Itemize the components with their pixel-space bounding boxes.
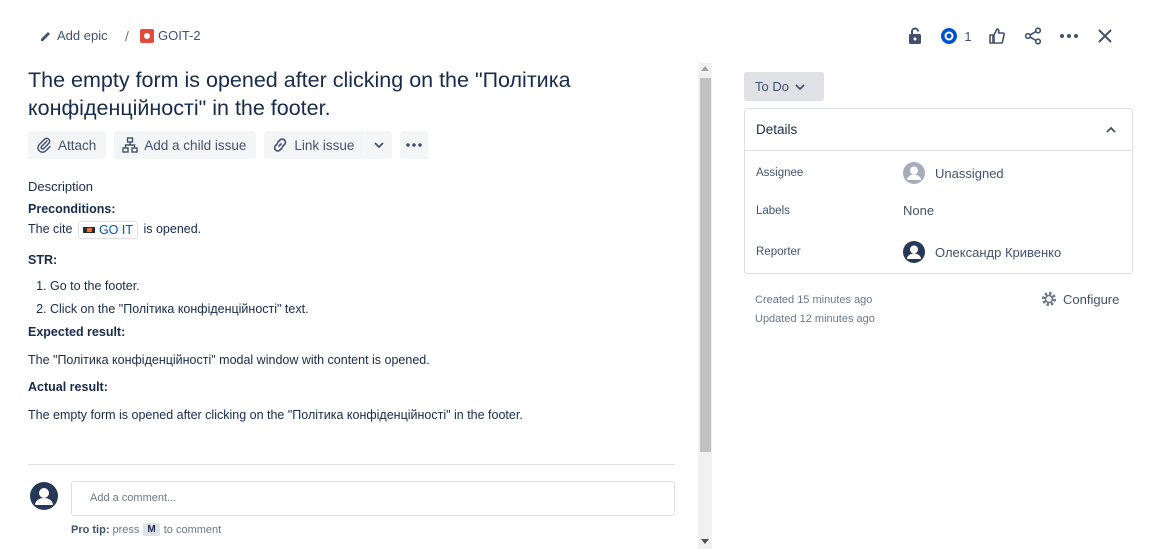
list-item: Go to the footer. xyxy=(50,279,698,293)
protip-suffix: to comment xyxy=(163,523,222,536)
description-label: Description xyxy=(28,179,94,194)
preconditions-suffix: is opened. xyxy=(143,222,202,236)
issue-main-panel: The empty form is opened after clicking … xyxy=(28,64,698,549)
more-icon xyxy=(406,143,423,147)
scroll-down-arrow-icon[interactable] xyxy=(701,539,709,544)
scroll-up-arrow-icon[interactable] xyxy=(701,66,709,71)
share-button[interactable] xyxy=(1015,24,1051,48)
actual-heading: Actual result: xyxy=(28,380,108,394)
preconditions-text: The cite GO IT is opened. xyxy=(28,221,698,239)
paperclip-icon xyxy=(37,137,51,153)
goit-smart-link[interactable]: GO IT xyxy=(77,221,138,239)
created-timestamp: Created 15 minutes ago xyxy=(755,294,873,306)
issue-timestamps: Created 15 minutes ago Updated 12 minute… xyxy=(755,291,875,329)
str-heading: STR: xyxy=(28,253,58,267)
reporter-name: Олександр Кривенко xyxy=(935,244,1062,260)
share-icon xyxy=(1024,27,1042,45)
status-dropdown[interactable]: To Do xyxy=(744,72,824,101)
thumbs-up-icon xyxy=(989,28,1005,44)
watch-count: 1 xyxy=(964,28,972,44)
vote-button[interactable] xyxy=(979,24,1015,48)
assignee-value[interactable]: Unassigned xyxy=(903,162,1004,184)
link-icon xyxy=(274,138,287,152)
protip-label: Pro tip: xyxy=(71,523,110,536)
comment-protip: Pro tip: press M to comment xyxy=(71,523,221,536)
details-panel: Details Assignee Unassigned Labels None … xyxy=(744,108,1133,274)
expected-text: The "Політика конфіденційності" modal wi… xyxy=(28,353,430,367)
close-icon xyxy=(1098,29,1112,43)
lock-button[interactable] xyxy=(897,24,933,48)
configure-label: Configure xyxy=(1063,291,1120,307)
configure-button[interactable]: Configure xyxy=(1041,291,1119,307)
issue-actions: 1 xyxy=(897,24,1123,48)
more-icon xyxy=(1060,34,1078,38)
issue-header-bar: Add epic / GOIT-2 1 xyxy=(0,0,1151,72)
chevron-down-icon xyxy=(795,83,805,90)
assignee-label: Assignee xyxy=(756,167,804,179)
preconditions-heading: Preconditions: xyxy=(28,202,116,216)
details-heading: Details xyxy=(756,122,798,137)
goit-link-text: GO IT xyxy=(98,223,133,237)
close-button[interactable] xyxy=(1087,24,1123,48)
gear-icon xyxy=(1042,292,1056,306)
protip-press: press xyxy=(112,523,140,536)
labels-row: Labels None xyxy=(756,203,1126,218)
assignee-name: Unassigned xyxy=(935,165,1004,181)
toolbar-more-button[interactable] xyxy=(400,131,429,159)
updated-timestamp: Updated 12 minutes ago xyxy=(755,313,875,325)
add-epic-label: Add epic xyxy=(57,28,108,43)
unassigned-avatar-icon xyxy=(903,162,925,184)
reporter-label: Reporter xyxy=(756,246,801,258)
eye-icon xyxy=(941,28,958,44)
watch-button[interactable]: 1 xyxy=(933,24,979,48)
scrollbar-thumb[interactable] xyxy=(700,78,711,452)
bug-icon xyxy=(140,28,154,43)
link-issue-button[interactable]: Link issue xyxy=(264,131,365,159)
expected-heading: Expected result: xyxy=(28,325,126,339)
add-child-label: Add a child issue xyxy=(144,137,247,153)
pencil-icon xyxy=(41,31,50,41)
reporter-row: Reporter Олександр Кривенко xyxy=(756,241,1126,263)
user-avatar-icon xyxy=(30,482,58,510)
labels-label: Labels xyxy=(756,204,790,217)
steps-list: Go to the footer. Click on the "Політика… xyxy=(50,279,698,316)
reporter-value[interactable]: Олександр Кривенко xyxy=(903,241,1061,263)
hierarchy-icon xyxy=(122,137,138,153)
list-item: Click on the "Політика конфіденційності"… xyxy=(50,302,698,316)
goit-favicon-icon xyxy=(82,227,95,233)
actual-text: The empty form is opened after clicking … xyxy=(28,408,523,422)
user-avatar-icon xyxy=(903,241,925,263)
add-epic-link[interactable]: Add epic xyxy=(40,28,108,43)
shortcut-key: M xyxy=(143,523,160,536)
link-issue-group: Link issue xyxy=(264,131,393,159)
description-body[interactable]: Preconditions: The cite GO IT is opened.… xyxy=(28,202,698,422)
chevron-up-icon xyxy=(1106,126,1116,133)
issue-toolbar: Attach Add a child issue Link issue xyxy=(28,130,698,160)
status-label: To Do xyxy=(755,79,789,94)
comment-input[interactable]: Add a comment... xyxy=(71,481,675,516)
add-child-issue-button[interactable]: Add a child issue xyxy=(114,131,257,159)
breadcrumb-separator: / xyxy=(125,28,129,44)
chevron-down-icon xyxy=(374,142,384,148)
divider xyxy=(28,464,675,465)
attach-label: Attach xyxy=(58,137,97,153)
assignee-row: Assignee Unassigned xyxy=(756,162,1126,184)
labels-value[interactable]: None xyxy=(903,203,934,218)
issue-title[interactable]: The empty form is opened after clicking … xyxy=(28,66,648,122)
issue-key-link[interactable]: GOIT-2 xyxy=(140,28,201,43)
details-header[interactable]: Details xyxy=(745,109,1132,151)
lock-icon xyxy=(909,27,921,44)
link-issue-dropdown[interactable] xyxy=(364,131,393,159)
link-issue-label: Link issue xyxy=(294,137,355,153)
more-actions-button[interactable] xyxy=(1051,24,1087,48)
attach-button[interactable]: Attach xyxy=(28,131,107,159)
preconditions-prefix: The cite xyxy=(28,222,73,236)
issue-key-label: GOIT-2 xyxy=(158,28,201,43)
